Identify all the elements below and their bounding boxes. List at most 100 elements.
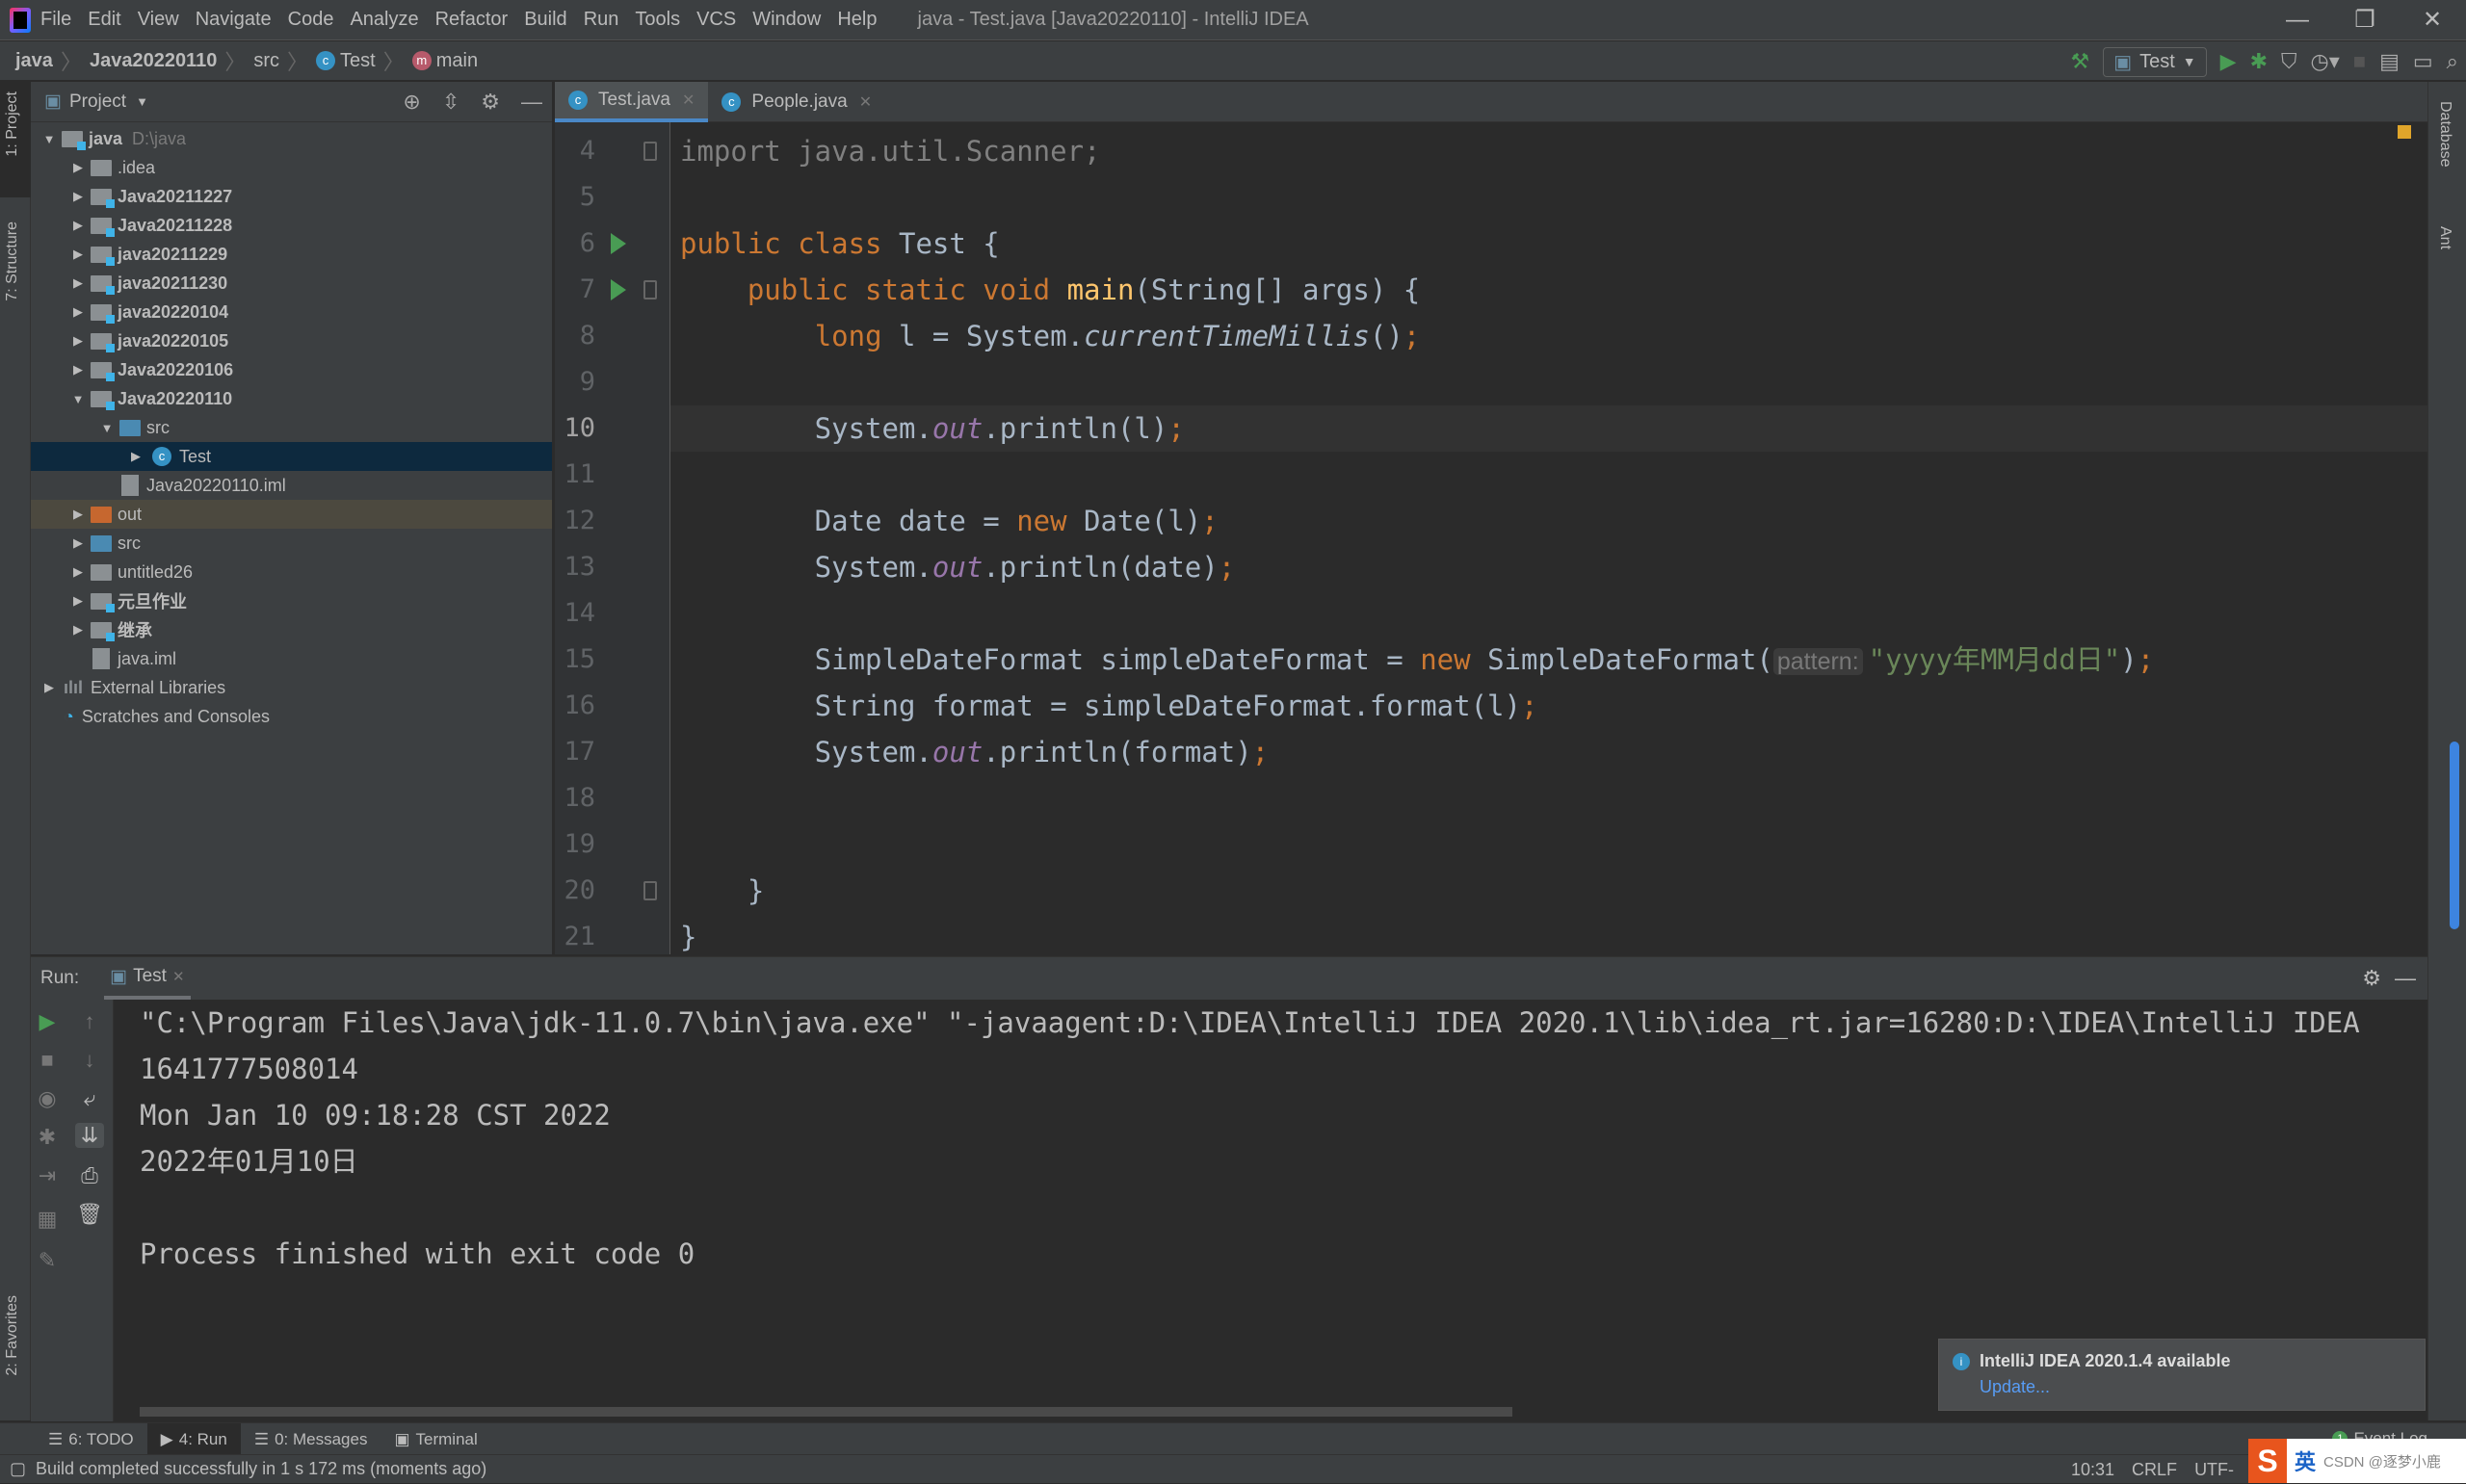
fold-icon[interactable] — [643, 280, 657, 299]
ime-mode[interactable]: 英 — [2295, 1445, 2316, 1476]
scroll-to-end-icon[interactable]: ⇊ — [75, 1123, 104, 1148]
tree-item[interactable]: ◔ Scratches and Consoles — [31, 702, 552, 731]
minimize-button[interactable]: — — [2264, 0, 2331, 40]
ant-tool-tab[interactable]: Ant — [2436, 226, 2453, 249]
tree-item[interactable]: ▶ java20220104 — [31, 298, 552, 326]
debug-icon[interactable]: ✱ — [33, 1125, 62, 1150]
stop-icon[interactable]: ■ — [2353, 49, 2366, 74]
tree-item[interactable]: ▼ Java20220110 — [31, 384, 552, 413]
menu-vcs[interactable]: VCS — [696, 9, 736, 30]
menu-code[interactable]: Code — [288, 9, 334, 30]
tree-item[interactable]: ▶ Java20211227 — [31, 182, 552, 211]
bottom-tab-terminal[interactable]: ▣ Terminal — [380, 1423, 490, 1455]
locate-icon[interactable]: ⊕ — [403, 90, 420, 115]
expand-arrow-icon[interactable]: ▼ — [67, 392, 89, 406]
menu-help[interactable]: Help — [837, 9, 877, 30]
expand-arrow-icon[interactable]: ▶ — [125, 449, 146, 464]
up-icon[interactable]: ↑ — [75, 1009, 104, 1034]
expand-arrow-icon[interactable]: ▶ — [67, 535, 89, 551]
gear-icon[interactable]: ⚙ — [481, 90, 500, 115]
toggle-tool-windows-icon[interactable]: ▢ — [10, 1459, 26, 1479]
breadcrumb-method[interactable]: main — [436, 50, 478, 72]
debug-icon[interactable]: ✱ — [2250, 49, 2268, 74]
fold-icon[interactable] — [643, 881, 657, 900]
console-output[interactable]: "C:\Program Files\Java\jdk-11.0.7\bin\ja… — [140, 1000, 2427, 1277]
tree-item[interactable]: ▶ c Test — [31, 442, 552, 471]
coverage-icon[interactable]: ⛉ — [2281, 49, 2297, 74]
gear-icon[interactable]: ⚙ — [2362, 966, 2381, 991]
build-hammer-icon[interactable]: ⚒ — [2070, 49, 2089, 74]
run-gutter-icon[interactable] — [611, 233, 626, 254]
favorites-tool-tab[interactable]: 2: Favorites — [4, 1295, 21, 1376]
menu-view[interactable]: View — [138, 9, 179, 30]
hide-icon[interactable]: — — [521, 90, 542, 115]
project-structure-icon[interactable]: ▤ — [2379, 49, 2400, 74]
expand-arrow-icon[interactable]: ▶ — [67, 247, 89, 262]
run-tab-test[interactable]: ▣ Test ✕ — [104, 957, 191, 1000]
expand-arrow-icon[interactable]: ▶ — [67, 304, 89, 320]
tab-people-java[interactable]: c People.java ✕ — [708, 82, 885, 122]
close-button[interactable]: ✕ — [2399, 0, 2466, 40]
menu-run[interactable]: Run — [584, 9, 619, 30]
menu-build[interactable]: Build — [524, 9, 566, 30]
tree-item[interactable]: java.iml — [31, 644, 552, 673]
line-separator[interactable]: CRLF — [2132, 1460, 2177, 1480]
tree-item[interactable]: ▶ java20220105 — [31, 326, 552, 355]
expand-arrow-icon[interactable]: ▶ — [67, 189, 89, 204]
tree-item[interactable]: ▼ java D:\java — [31, 124, 552, 153]
menu-edit[interactable]: Edit — [88, 9, 120, 30]
pin-icon[interactable]: ✎ — [33, 1248, 62, 1273]
profile-icon[interactable]: ◷▾ — [2311, 49, 2340, 74]
menu-analyze[interactable]: Analyze — [350, 9, 418, 30]
expand-arrow-icon[interactable]: ▼ — [39, 132, 60, 146]
breadcrumb-java[interactable]: java — [15, 50, 53, 72]
chevron-down-icon[interactable]: ▼ — [136, 94, 148, 109]
stop-icon[interactable]: ■ — [33, 1048, 62, 1073]
tab-test-java[interactable]: c Test.java ✕ — [555, 82, 709, 122]
collapse-all-icon[interactable]: ⇳ — [442, 90, 459, 115]
tree-item[interactable]: Java20220110.iml — [31, 471, 552, 500]
project-tool-tab[interactable]: 1: Project — [4, 91, 21, 157]
tree-item[interactable]: ▶ Java20211228 — [31, 211, 552, 240]
expand-arrow-icon[interactable]: ▶ — [67, 622, 89, 638]
expand-arrow-icon[interactable]: ▶ — [67, 593, 89, 609]
expand-arrow-icon[interactable]: ▶ — [67, 564, 89, 580]
expand-arrow-icon[interactable]: ▶ — [67, 275, 89, 291]
database-tool-tab[interactable]: Database — [2436, 101, 2453, 168]
breadcrumb-src[interactable]: src — [253, 50, 279, 72]
breadcrumb-module[interactable]: Java20220110 — [90, 50, 217, 72]
console-horizontal-scrollbar[interactable] — [140, 1407, 1512, 1417]
expand-arrow-icon[interactable]: ▶ — [67, 160, 89, 175]
menu-tools[interactable]: Tools — [635, 9, 680, 30]
caret-position[interactable]: 10:31 — [2071, 1460, 2114, 1480]
rerun-icon[interactable]: ▶ — [33, 1009, 62, 1034]
update-link[interactable]: Update... — [1980, 1377, 2411, 1397]
hide-icon[interactable]: — — [2395, 966, 2416, 991]
close-tab-icon[interactable]: ✕ — [682, 91, 695, 110]
run-icon[interactable]: ▶ — [2220, 49, 2237, 74]
terminal-window-icon[interactable]: ▭ — [2413, 49, 2433, 74]
tree-item[interactable]: ▶ java20211229 — [31, 240, 552, 269]
tree-item[interactable]: ▶ ılıl External Libraries — [31, 673, 552, 702]
run-gutter-icon[interactable] — [611, 279, 626, 300]
restore-button[interactable]: ❐ — [2331, 0, 2399, 40]
tree-item[interactable]: ▶ java20211230 — [31, 269, 552, 298]
expand-arrow-icon[interactable]: ▶ — [67, 507, 89, 522]
expand-arrow-icon[interactable]: ▼ — [96, 421, 118, 435]
tree-item[interactable]: ▶ untitled26 — [31, 558, 552, 586]
code-area[interactable]: import java.util.Scanner; public class Te… — [670, 122, 2427, 954]
expand-arrow-icon[interactable]: ▶ — [67, 333, 89, 349]
expand-arrow-icon[interactable]: ▶ — [39, 680, 60, 695]
tree-item[interactable]: ▶ out — [31, 500, 552, 529]
print-icon[interactable]: ⎙ — [75, 1163, 104, 1188]
tree-item[interactable]: ▶ src — [31, 529, 552, 558]
menu-navigate[interactable]: Navigate — [196, 9, 272, 30]
tree-item[interactable]: ▼ src — [31, 413, 552, 442]
tree-item[interactable]: ▶ 元旦作业 — [31, 586, 552, 615]
search-icon[interactable]: ⌕ — [2447, 49, 2458, 74]
close-tab-icon[interactable]: ✕ — [859, 92, 872, 112]
tree-item[interactable]: ▶ 继承 — [31, 615, 552, 644]
breadcrumb-class[interactable]: Test — [340, 50, 376, 72]
run-config-select[interactable]: ▣ Test ▼ — [2103, 46, 2207, 77]
menu-window[interactable]: Window — [752, 9, 821, 30]
